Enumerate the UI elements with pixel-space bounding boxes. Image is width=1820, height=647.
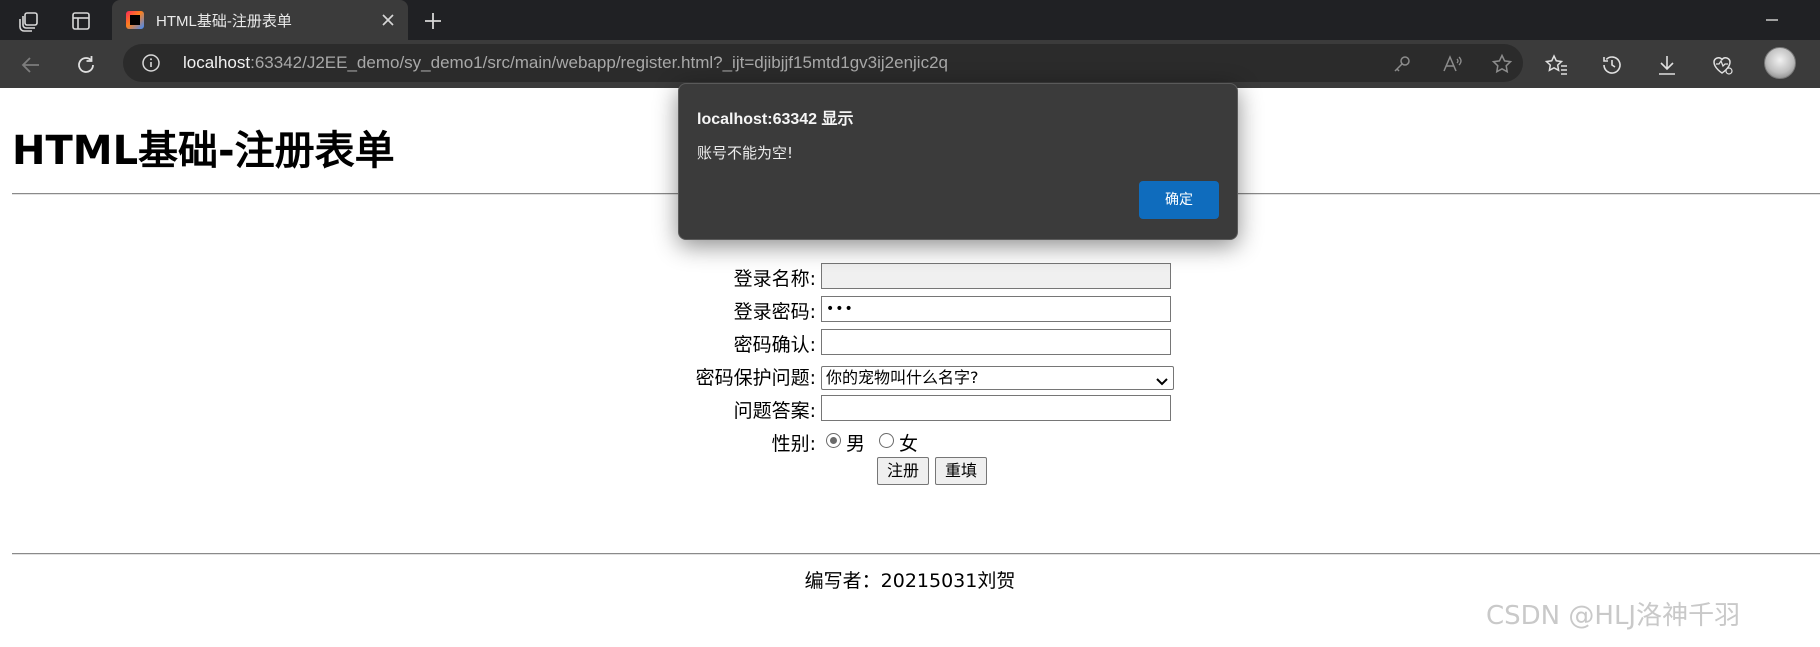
favorite-star-icon[interactable]: [1491, 53, 1513, 75]
close-tab-icon[interactable]: [378, 10, 398, 30]
security-question-value: 你的宠物叫什么名字?: [826, 368, 979, 387]
page-title: HTML基础-注册表单: [12, 128, 395, 174]
tab-actions-icon[interactable]: [68, 8, 94, 34]
tab-strip: HTML基础-注册表单: [0, 0, 1820, 40]
login-name-input[interactable]: [821, 263, 1171, 289]
active-tab[interactable]: HTML基础-注册表单: [112, 0, 408, 40]
security-question-select[interactable]: 你的宠物叫什么名字?: [821, 366, 1174, 390]
site-info-icon[interactable]: [141, 53, 161, 73]
url-text[interactable]: localhost:63342/J2EE_demo/sy_demo1/src/m…: [183, 53, 948, 73]
gender-male-radio[interactable]: [826, 433, 841, 448]
alert-dialog: localhost:63342 显示 账号不能为空! 确定: [678, 83, 1238, 240]
register-button[interactable]: 注册: [877, 457, 929, 485]
security-question-label: 密码保护问题:: [695, 367, 816, 389]
key-icon[interactable]: [1391, 53, 1413, 75]
minimize-window-icon[interactable]: [1762, 10, 1782, 30]
password-input[interactable]: •••: [821, 296, 1171, 322]
reset-button[interactable]: 重填: [935, 457, 987, 485]
refresh-icon[interactable]: [73, 52, 99, 78]
answer-input[interactable]: [821, 395, 1171, 421]
history-icon[interactable]: [1599, 52, 1625, 78]
favorites-icon[interactable]: [1544, 52, 1570, 78]
gender-female-label: 女: [899, 433, 919, 455]
dialog-ok-button[interactable]: 确定: [1139, 181, 1219, 219]
answer-label: 问题答案:: [733, 400, 816, 422]
workspaces-icon[interactable]: [16, 8, 42, 34]
dialog-title: localhost:63342 显示: [697, 111, 854, 128]
browser-toolbar: localhost:63342/J2EE_demo/sy_demo1/src/m…: [0, 40, 1820, 88]
login-name-label: 登录名称:: [733, 268, 816, 290]
url-path: :63342/J2EE_demo/sy_demo1/src/main/webap…: [250, 53, 948, 72]
address-bar[interactable]: localhost:63342/J2EE_demo/sy_demo1/src/m…: [123, 44, 1523, 82]
bottom-divider: [12, 553, 1820, 555]
footer-author: 编写者：20215031刘贺: [804, 570, 1016, 592]
csdn-watermark: CSDN @HLJ洛神千羽: [1486, 601, 1741, 631]
downloads-icon[interactable]: [1654, 52, 1680, 78]
gender-label: 性别:: [771, 433, 816, 455]
dialog-message: 账号不能为空!: [697, 144, 794, 162]
password-label: 登录密码:: [733, 301, 816, 323]
read-aloud-icon[interactable]: [1441, 53, 1463, 75]
browser-essentials-icon[interactable]: [1709, 52, 1735, 78]
intellij-favicon-icon: [126, 11, 144, 29]
tab-title: HTML基础-注册表单: [156, 13, 292, 30]
confirm-password-input[interactable]: [821, 329, 1171, 355]
new-tab-icon[interactable]: [420, 8, 446, 34]
gender-female-radio[interactable]: [879, 433, 894, 448]
gender-male-label: 男: [846, 433, 866, 455]
url-host: localhost: [183, 53, 251, 72]
profile-avatar[interactable]: [1764, 47, 1796, 79]
back-arrow-icon[interactable]: [18, 52, 44, 78]
confirm-password-label: 密码确认:: [733, 334, 816, 356]
chevron-down-icon: [1155, 372, 1169, 386]
